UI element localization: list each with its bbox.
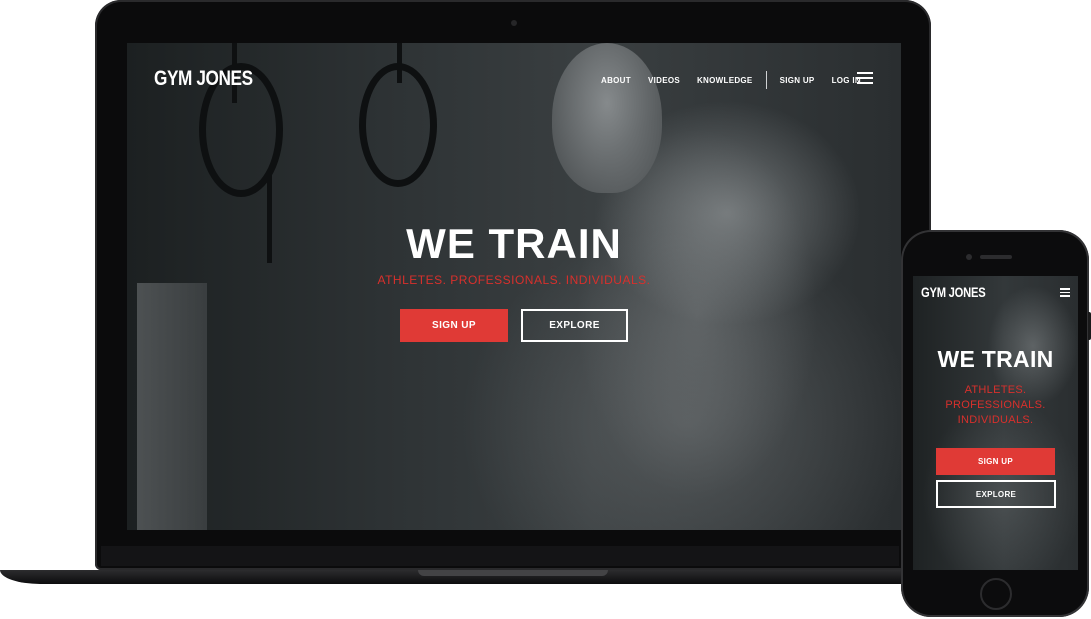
phone-home-button	[980, 578, 1012, 610]
nav-item-videos[interactable]: VIDEOS	[648, 76, 680, 85]
laptop-bezel-bottom	[101, 546, 899, 566]
mobile-sign-up-button[interactable]: SIGN UP	[936, 448, 1055, 475]
mobile-hamburger-icon[interactable]	[1060, 288, 1070, 297]
mobile-subtitle-line: PROFESSIONALS.	[945, 399, 1046, 411]
mobile-subtitle-line: ATHLETES.	[964, 384, 1027, 396]
nav-item-sign-up[interactable]: SIGN UP	[780, 76, 815, 85]
laptop-hinge-notch	[418, 570, 608, 576]
nav-divider	[765, 71, 767, 89]
mobile-website-screen: GYM JONES WE TRAIN ATHLETES. PROFESSIONA…	[913, 276, 1078, 570]
sign-up-button[interactable]: SIGN UP	[400, 309, 508, 342]
hamburger-icon[interactable]	[857, 72, 873, 84]
mobile-site-logo[interactable]: GYM JONES	[921, 284, 986, 300]
mobile-subtitle-line: INDIVIDUALS.	[957, 414, 1034, 426]
main-nav: ABOUT VIDEOS KNOWLEDGE SIGN UP LOG IN	[601, 71, 878, 89]
explore-button[interactable]: EXPLORE	[521, 309, 628, 342]
phone-speaker	[980, 255, 1012, 259]
phone-camera	[966, 254, 972, 260]
mobile-hero-title: WE TRAIN	[937, 346, 1054, 372]
gym-ring	[359, 63, 437, 187]
nav-item-knowledge[interactable]: KNOWLEDGE	[697, 76, 753, 85]
mobile-explore-button[interactable]: EXPLORE	[936, 480, 1056, 508]
device-mockup-stage: GYM JONES ABOUT VIDEOS KNOWLEDGE SIGN UP…	[0, 0, 1091, 619]
hero-background-pillar	[137, 283, 207, 530]
laptop-camera	[511, 20, 517, 26]
hero-subtitle: ATHLETES. PROFESSIONALS. INDIVIDUALS.	[377, 273, 651, 287]
hero-title: WE TRAIN	[406, 220, 622, 267]
nav-item-about[interactable]: ABOUT	[601, 76, 631, 85]
hero-athlete-head	[552, 43, 662, 193]
site-logo[interactable]: GYM JONES	[154, 67, 253, 91]
mobile-hero-subtitle: ATHLETES. PROFESSIONALS. INDIVIDUALS.	[913, 383, 1078, 428]
desktop-website-screen: GYM JONES ABOUT VIDEOS KNOWLEDGE SIGN UP…	[127, 43, 901, 530]
